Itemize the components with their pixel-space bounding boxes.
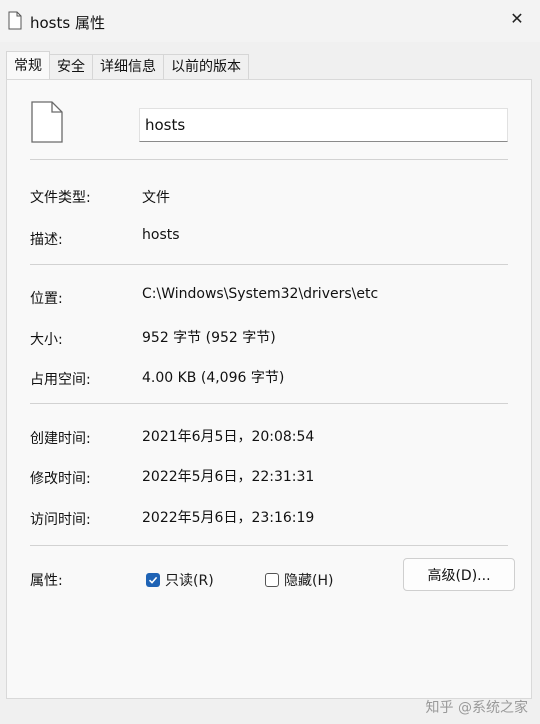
hidden-checkbox[interactable]: 隐藏(H) [265, 570, 333, 590]
divider [30, 545, 508, 546]
size-value: 952 字节 (952 字节) [142, 330, 276, 346]
file-type-label: 文件类型: [30, 190, 91, 206]
created-value: 2021年6月5日，20:08:54 [142, 429, 315, 445]
checkbox-unchecked-icon [265, 573, 279, 587]
close-button[interactable]: ✕ [494, 0, 540, 36]
window-title: hosts 属性 [30, 14, 105, 32]
description-value: hosts [142, 227, 180, 243]
checkbox-checked-icon [146, 573, 160, 587]
tab-general[interactable]: 常规 [6, 51, 50, 79]
tab-details[interactable]: 详细信息 [92, 54, 164, 79]
file-icon [8, 11, 22, 30]
file-name-input[interactable] [139, 108, 508, 142]
accessed-label: 访问时间: [30, 512, 91, 528]
size-label: 大小: [30, 332, 63, 348]
description-label: 描述: [30, 232, 63, 248]
title-bar: hosts 属性 ✕ [0, 0, 540, 42]
readonly-checkbox[interactable]: 只读(R) [146, 570, 214, 590]
attributes-label: 属性: [30, 573, 63, 589]
created-label: 创建时间: [30, 431, 91, 447]
file-type-value: 文件 [142, 190, 170, 206]
modified-label: 修改时间: [30, 471, 91, 487]
location-value: C:\Windows\System32\drivers\etc [142, 286, 379, 302]
hidden-label: 隐藏(H) [284, 573, 334, 589]
general-panel [6, 79, 532, 699]
size-on-disk-value: 4.00 KB (4,096 字节) [142, 370, 285, 386]
watermark: 知乎 @系统之家 [425, 700, 528, 716]
tab-security[interactable]: 安全 [49, 54, 93, 79]
readonly-label: 只读(R) [165, 573, 214, 589]
divider [30, 264, 508, 265]
location-label: 位置: [30, 291, 63, 307]
advanced-button[interactable]: 高级(D)... [403, 558, 515, 591]
file-icon [31, 101, 63, 143]
close-icon: ✕ [510, 8, 524, 28]
accessed-value: 2022年5月6日，23:16:19 [142, 510, 315, 526]
divider [30, 159, 508, 160]
modified-value: 2022年5月6日，22:31:31 [142, 469, 315, 485]
divider [30, 403, 508, 404]
size-on-disk-label: 占用空间: [30, 372, 91, 388]
tab-strip: 常规 安全 详细信息 以前的版本 [6, 51, 249, 80]
tab-previous-versions[interactable]: 以前的版本 [163, 54, 249, 79]
